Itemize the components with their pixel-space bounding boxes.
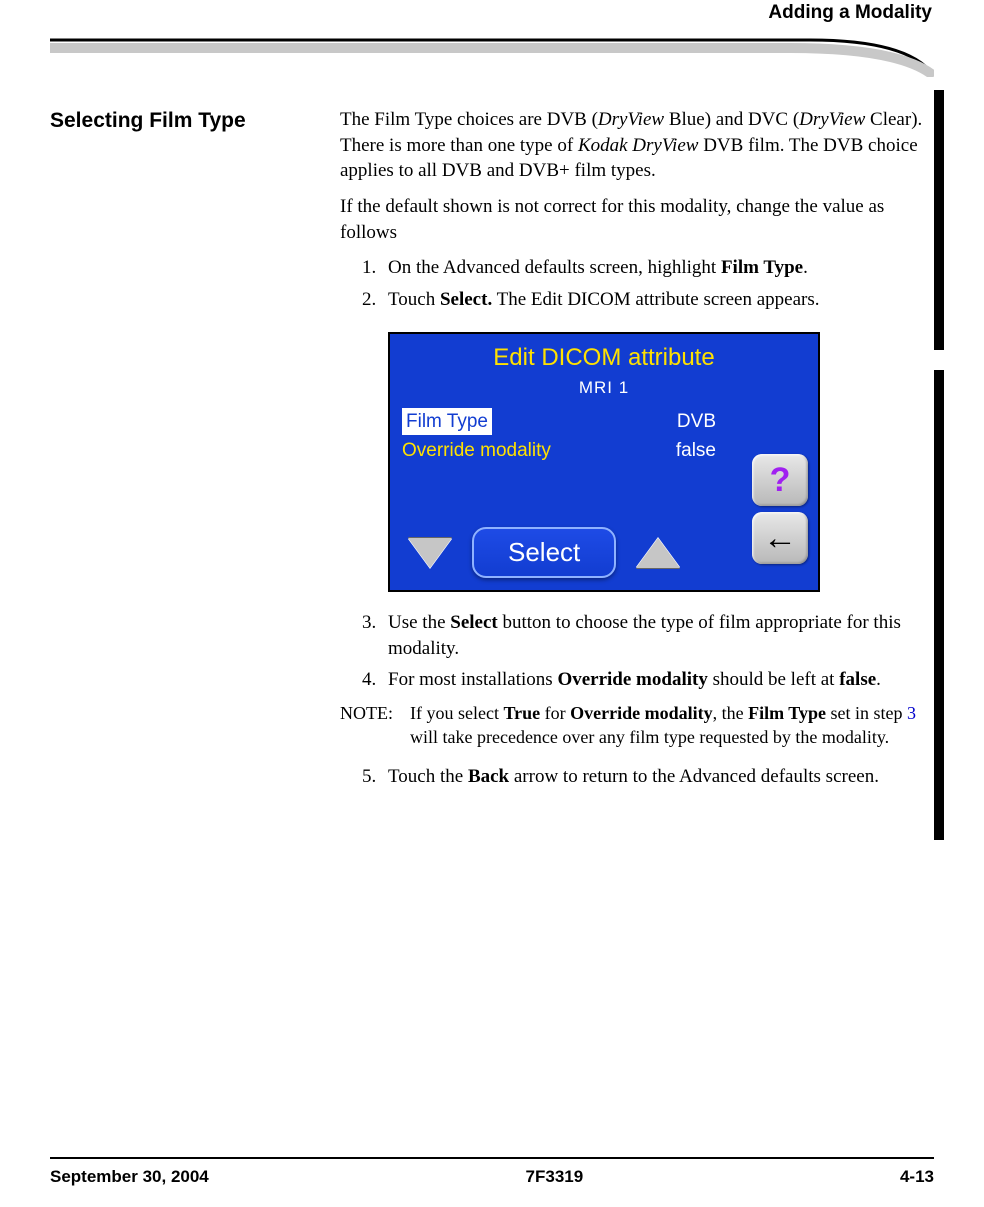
help-button[interactable]: ? bbox=[752, 454, 808, 506]
step-1: 1. On the Advanced defaults screen, high… bbox=[362, 255, 934, 281]
step-number: 4. bbox=[362, 667, 388, 693]
step-number: 2. bbox=[362, 287, 388, 313]
step-cross-reference-link[interactable]: 3 bbox=[907, 703, 916, 723]
step-number: 5. bbox=[362, 764, 388, 790]
footer-date: September 30, 2004 bbox=[50, 1167, 209, 1187]
text: will take precedence over any film type … bbox=[410, 727, 889, 747]
section-title: Adding a Modality bbox=[50, 0, 934, 24]
text: for bbox=[540, 703, 570, 723]
text: . bbox=[876, 669, 881, 690]
side-heading: Selecting Film Type bbox=[50, 107, 310, 797]
note: NOTE: If you select True for Override mo… bbox=[340, 701, 934, 750]
text: . bbox=[803, 257, 808, 278]
screenshot-figure: Edit DICOM attribute MRI 1 Film Type DVB… bbox=[388, 332, 934, 592]
instruction-paragraph: If the default shown is not correct for … bbox=[340, 194, 934, 245]
body-column: The Film Type choices are DVB (DryView B… bbox=[340, 107, 934, 797]
step-2: 2. Touch Select. The Edit DICOM attribut… bbox=[362, 287, 934, 313]
text-bold: Film Type bbox=[748, 703, 826, 723]
text-bold: false bbox=[839, 669, 876, 690]
text-bold: Film Type bbox=[721, 257, 803, 278]
text: The Edit DICOM attribute screen appears. bbox=[492, 289, 819, 310]
text: The Film Type choices are DVB ( bbox=[340, 109, 598, 130]
text: For most installations bbox=[388, 669, 557, 690]
footer-docnum: 7F3319 bbox=[526, 1167, 584, 1187]
page-footer: September 30, 2004 7F3319 4-13 bbox=[50, 1157, 934, 1187]
step-5: 5. Touch the Back arrow to return to the… bbox=[362, 764, 934, 790]
text: Use the bbox=[388, 612, 450, 633]
edit-dicom-screen: Edit DICOM attribute MRI 1 Film Type DVB… bbox=[388, 332, 820, 592]
question-icon: ? bbox=[770, 458, 791, 504]
footer-pagenum: 4-13 bbox=[900, 1167, 934, 1187]
text: Blue) and DVC ( bbox=[664, 109, 799, 130]
text: Touch bbox=[388, 289, 440, 310]
text: , the bbox=[713, 703, 749, 723]
text-bold: Back bbox=[468, 766, 509, 787]
text: should be left at bbox=[708, 669, 839, 690]
header-swoosh bbox=[50, 32, 934, 77]
text-bold: True bbox=[503, 703, 540, 723]
up-arrow-button[interactable] bbox=[636, 538, 680, 568]
step-number: 1. bbox=[362, 255, 388, 281]
text-bold: Override modality bbox=[570, 703, 712, 723]
tab-marks bbox=[934, 90, 944, 850]
attribute-label-highlighted: Film Type bbox=[402, 408, 492, 436]
attribute-value: DVB bbox=[677, 409, 806, 435]
back-button[interactable]: ← bbox=[752, 512, 808, 564]
text: If you select bbox=[410, 703, 503, 723]
text: Touch the bbox=[388, 766, 468, 787]
text-italic: DryView bbox=[598, 109, 664, 130]
screen-title: Edit DICOM attribute bbox=[390, 334, 818, 376]
select-button[interactable]: Select bbox=[472, 527, 616, 578]
step-3: 3. Use the Select button to choose the t… bbox=[362, 610, 934, 661]
text-bold: Override modality bbox=[557, 669, 707, 690]
attribute-row-film-type[interactable]: Film Type DVB bbox=[402, 408, 806, 436]
attribute-label: Override modality bbox=[402, 437, 551, 465]
back-arrow-icon: ← bbox=[763, 516, 797, 562]
screen-subtitle: MRI 1 bbox=[390, 377, 818, 408]
text-italic: Kodak DryView bbox=[578, 135, 699, 156]
text-italic: DryView bbox=[799, 109, 865, 130]
note-label: NOTE: bbox=[340, 701, 410, 750]
attribute-row-override[interactable]: Override modality false bbox=[402, 437, 806, 465]
text-bold: Select bbox=[450, 612, 497, 633]
intro-paragraph: The Film Type choices are DVB (DryView B… bbox=[340, 107, 934, 184]
text: set in step bbox=[826, 703, 907, 723]
step-number: 3. bbox=[362, 610, 388, 661]
text: arrow to return to the Advanced defaults… bbox=[509, 766, 879, 787]
step-4: 4. For most installations Override modal… bbox=[362, 667, 934, 693]
text: On the Advanced defaults screen, highlig… bbox=[388, 257, 721, 278]
down-arrow-button[interactable] bbox=[408, 538, 452, 568]
text-bold: Select. bbox=[440, 289, 492, 310]
